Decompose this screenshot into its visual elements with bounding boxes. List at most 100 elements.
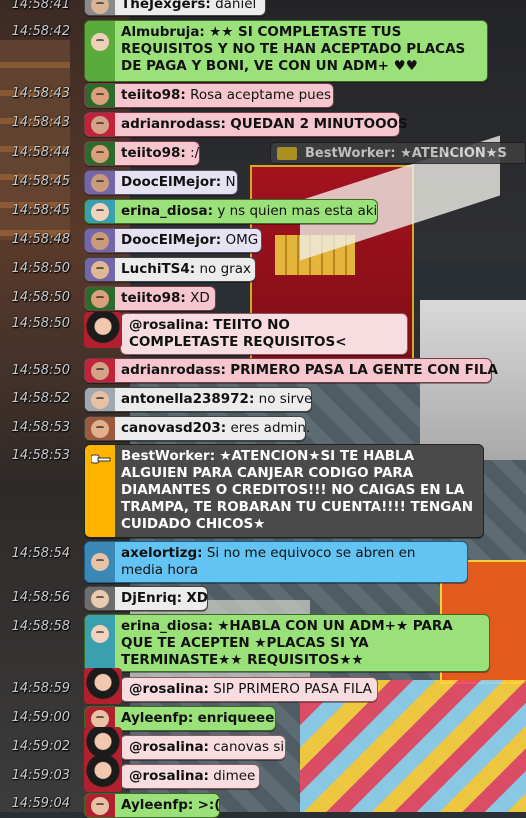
- chat-message: QUEDAN 2 MINUTOOOS: [230, 116, 408, 132]
- avatar[interactable]: [85, 587, 115, 610]
- avatar-head-icon: [91, 260, 109, 279]
- chat-username[interactable]: teiito98:: [121, 87, 186, 103]
- chat-username[interactable]: canovasd203:: [121, 420, 226, 436]
- timestamp: 14:58:45: [11, 174, 70, 189]
- timestamp: 14:58:43: [11, 115, 70, 130]
- chat-message: OMG: [225, 232, 259, 248]
- chat-bubble[interactable]: @rosalina: canovas si: [120, 735, 286, 760]
- chat-bubble[interactable]: adrianrodass: PRIMERO PASA LA GENTE CON …: [84, 358, 498, 383]
- avatar[interactable]: [85, 171, 115, 194]
- chat-username[interactable]: LuchiTS4:: [121, 261, 195, 277]
- chat-bubble[interactable]: canovasd203: eres admin.: [84, 416, 310, 441]
- chat-username[interactable]: @rosalina:: [129, 681, 209, 697]
- avatar[interactable]: [85, 445, 115, 537]
- avatar[interactable]: [85, 258, 115, 281]
- chat-bubble[interactable]: DjEnriq: XD: [84, 586, 208, 611]
- avatar[interactable]: [85, 359, 115, 382]
- chat-username[interactable]: Almubruja:: [121, 24, 205, 40]
- chat-bubble[interactable]: @rosalina: TEIITO NO COMPLETASTE REQUISI…: [120, 313, 408, 355]
- chat-username[interactable]: erina_diosa:: [121, 203, 213, 219]
- chat-bubble[interactable]: TheJexgers: daniel: [84, 0, 266, 16]
- timestamp: 14:59:02: [11, 739, 70, 754]
- chat-message: SIP PRIMERO PASA FILA: [213, 681, 372, 697]
- chat-username[interactable]: DoocElMejor:: [121, 232, 221, 248]
- chat-message: canovas si: [213, 739, 285, 755]
- avatar[interactable]: [85, 21, 115, 81]
- chat-bubble[interactable]: teiito98: Rosa aceptame pues: [84, 83, 334, 108]
- timestamp: 14:58:50: [11, 290, 70, 305]
- chat-username[interactable]: adrianrodass:: [121, 116, 226, 132]
- avatar-head-icon: [91, 144, 109, 163]
- chat-message: XD: [186, 590, 208, 606]
- chat-username[interactable]: BestWorker:: [121, 448, 215, 464]
- avatar[interactable]: [85, 542, 115, 582]
- chat-username[interactable]: @rosalina:: [129, 317, 209, 333]
- avatar[interactable]: [85, 388, 115, 411]
- avatar[interactable]: [85, 287, 115, 310]
- chat-username[interactable]: erina_diosa:: [121, 618, 213, 634]
- rosalina-avatar[interactable]: [84, 312, 122, 348]
- avatar-head-icon: [91, 86, 109, 105]
- timestamp: 14:59:03: [11, 768, 70, 783]
- avatar[interactable]: [85, 142, 115, 165]
- chat-bubble[interactable]: teiito98: XD: [84, 286, 216, 311]
- chat-username[interactable]: axelortizg:: [121, 545, 203, 561]
- chat-username[interactable]: Ayleenfp:: [121, 710, 193, 726]
- chat-bubble[interactable]: Ayleenfp: >:(: [84, 793, 220, 818]
- rosalina-avatar[interactable]: [84, 668, 122, 704]
- timestamp: 14:58:43: [11, 86, 70, 101]
- chat-bubble[interactable]: adrianrodass: QUEDAN 2 MINUTOOOS: [84, 112, 408, 137]
- timestamp: 14:58:45: [11, 203, 70, 218]
- chat-bubble[interactable]: @rosalina: dimee: [120, 764, 260, 789]
- rosalina-avatar[interactable]: [84, 756, 122, 792]
- avatar-head-icon: [91, 709, 109, 728]
- chat-bubble[interactable]: Almubruja: ★★ SI COMPLETASTE TUS REQUISI…: [84, 20, 488, 82]
- chat-bubble[interactable]: LuchiTS4: no grax: [84, 257, 256, 282]
- timestamp: 14:58:42: [11, 24, 70, 39]
- avatar[interactable]: [85, 615, 115, 671]
- avatar-head-icon: [91, 553, 109, 571]
- avatar[interactable]: [85, 229, 115, 252]
- avatar-head-icon: [91, 0, 109, 14]
- key-icon: [91, 454, 111, 464]
- avatar-head-icon: [91, 419, 109, 438]
- chat-username[interactable]: adrianrodass:: [121, 362, 226, 378]
- timestamp: 14:58:59: [11, 681, 70, 696]
- chat-username[interactable]: @rosalina:: [129, 739, 209, 755]
- avatar[interactable]: [85, 113, 115, 136]
- chat-message: no sirve: [258, 391, 313, 407]
- chat-username[interactable]: DoocElMejor:: [121, 174, 221, 190]
- chat-bubble[interactable]: erina_diosa: ★HABLA CON UN ADM+★ PARA QU…: [84, 614, 490, 672]
- chat-username[interactable]: @rosalina:: [129, 768, 209, 784]
- chat-username[interactable]: teiito98:: [121, 290, 186, 306]
- timestamp: 14:58:44: [11, 145, 70, 160]
- avatar-head-icon: [91, 115, 109, 134]
- chat-bubble[interactable]: DoocElMejor: OMG: [84, 228, 262, 253]
- chat-bubble[interactable]: BestWorker: ★ATENCION★SI TE HABLA ALGUIE…: [84, 444, 484, 538]
- chat-username[interactable]: TheJexgers:: [121, 0, 211, 12]
- chat-bubble[interactable]: teiito98: :/: [84, 141, 200, 166]
- chat-bubble[interactable]: @rosalina: SIP PRIMERO PASA FILA: [120, 677, 378, 702]
- timestamp: 14:58:54: [11, 546, 70, 561]
- avatar-head-icon: [91, 202, 109, 221]
- chat-bubble[interactable]: DoocElMejor: N: [84, 170, 238, 195]
- chat-username[interactable]: DjEnriq:: [121, 590, 182, 606]
- chat-message: XD: [190, 290, 210, 306]
- avatar[interactable]: [85, 417, 115, 440]
- avatar[interactable]: [85, 84, 115, 107]
- chat-log[interactable]: 14:58:41 TheJexgers: daniel 14:58:42 Alm…: [0, 0, 526, 818]
- chat-username[interactable]: Ayleenfp:: [121, 797, 193, 813]
- chat-bubble[interactable]: erina_diosa: y ns quien mas esta aki: [84, 199, 378, 224]
- chat-message: dimee: [213, 768, 256, 784]
- avatar-head-icon: [91, 289, 109, 308]
- avatar[interactable]: [85, 794, 115, 817]
- chat-bubble[interactable]: antonella238972: no sirve: [84, 387, 312, 412]
- chat-message: no grax: [199, 261, 251, 277]
- chat-bubble[interactable]: axelortizg: Si no me equivoco se abren e…: [84, 541, 468, 583]
- chat-username[interactable]: teiito98:: [121, 145, 186, 161]
- timestamp: 14:58:50: [11, 363, 70, 378]
- chat-username[interactable]: antonella238972:: [121, 391, 254, 407]
- avatar[interactable]: [85, 200, 115, 223]
- avatar[interactable]: [85, 0, 115, 15]
- chat-message: daniel: [215, 0, 257, 12]
